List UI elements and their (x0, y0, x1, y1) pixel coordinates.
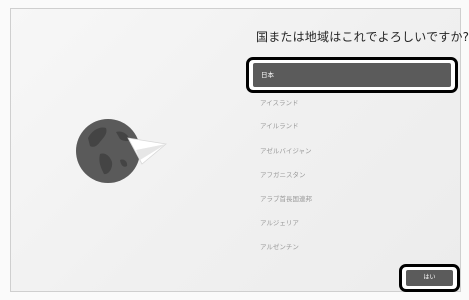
list-item[interactable]: アルゼンチン (260, 241, 299, 251)
list-item[interactable]: アルジェリア (260, 217, 299, 227)
yes-button-label: はい (406, 270, 453, 286)
setup-screen: 国または地域はこれでよろしいですか? 日本 アイスランド アイルランド アゼルバ… (0, 0, 469, 300)
paper-plane-icon (127, 137, 167, 165)
list-item-selected[interactable]: 日本 (246, 57, 458, 93)
list-item[interactable]: アゼルバイジャン (260, 145, 312, 155)
globe-illustration (70, 108, 170, 208)
page-title: 国または地域はこれでよろしいですか? (256, 30, 469, 44)
list-item[interactable]: アイスランド (260, 97, 298, 107)
list-item[interactable]: アイルランド (260, 120, 299, 130)
selected-item-label: 日本 (253, 63, 451, 87)
yes-button[interactable]: はい (399, 264, 460, 292)
list-item[interactable]: アフガニスタン (260, 169, 306, 179)
list-item[interactable]: アラブ首長国連邦 (260, 193, 312, 203)
